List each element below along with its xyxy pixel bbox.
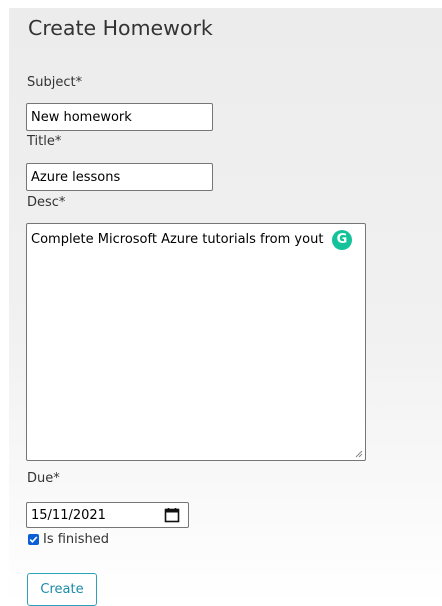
subject-input[interactable] — [26, 103, 213, 131]
due-label: Due* — [27, 471, 60, 486]
due-date-input[interactable]: 15/11/2021 — [26, 502, 189, 528]
desc-textarea[interactable]: Complete Microsoft Azure tutorials from … — [26, 223, 366, 461]
calendar-icon[interactable] — [164, 507, 180, 523]
grammarly-icon[interactable]: G — [332, 230, 352, 250]
desc-text: Complete Microsoft Azure tutorials from … — [31, 232, 324, 247]
page-title: Create Homework — [28, 16, 213, 40]
is-finished-checkbox[interactable] — [28, 534, 39, 545]
subject-label: Subject* — [27, 75, 83, 90]
is-finished-label: Is finished — [43, 532, 110, 547]
checkmark-icon — [29, 536, 38, 543]
title-input[interactable] — [26, 163, 213, 191]
resize-handle-icon[interactable] — [355, 450, 363, 458]
create-button[interactable]: Create — [27, 573, 97, 606]
desc-label: Desc* — [27, 195, 66, 210]
title-label: Title* — [27, 134, 62, 149]
due-date-value: 15/11/2021 — [31, 508, 106, 523]
